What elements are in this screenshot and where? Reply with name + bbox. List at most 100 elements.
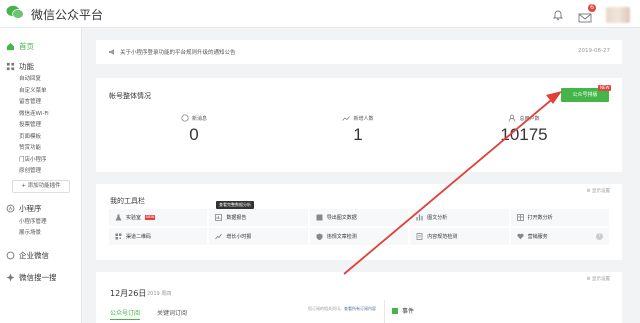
sidebar-item-mini-manage[interactable]: 小程序管理 [0,217,81,229]
miniprogram-icon [6,204,15,213]
bell-icon[interactable] [552,9,564,21]
qrcode-icon [115,233,122,240]
sidebar-section-enterprise[interactable]: 企业微信 [0,248,81,264]
trend-up-icon [342,116,351,121]
sidebar-item-mini-scenes[interactable]: 展示场景 [0,228,81,240]
stat-value: 1 [353,125,363,144]
tool-article-analysis[interactable]: 图文分析 [410,209,509,226]
sidebar-home-label: 首页 [19,41,34,51]
subscription-hint: 您订阅的相关资讯，查看所有订阅内容 [308,306,376,312]
heart-icon [517,233,524,240]
new-tag: NEW [598,85,612,91]
bar-icon [416,214,423,221]
sidebar-item-wifi[interactable]: 微信连Wi-Fi [0,109,81,121]
daily-year: 2019 周四 [147,291,172,297]
mail-icon [578,13,592,23]
tab-subscription[interactable]: 公众号订阅 [110,308,141,320]
daily-panel: ⚙ 显示设置 12月26日 2019 周四 公众号订阅 关键词订阅 您订阅的相关… [96,272,622,323]
stat-new-followers[interactable]: 新增人数 1 [318,114,398,145]
tooltip: 查看完整数据分析 [216,201,254,209]
tool-lab[interactable]: 实验室 NEW [109,209,208,226]
sidebar-item-store-mini[interactable]: 门店小程序 [0,155,81,167]
stat-label: 新增人数 [353,115,374,122]
help-icon[interactable]: ? [596,233,603,240]
search-star-icon [6,273,15,282]
tool-label: 数据报告 [226,215,247,221]
tool-marketing[interactable]: 营销服务 ? [510,228,609,245]
chart-icon [215,214,223,221]
mail-badge: 6 [588,4,596,12]
tool-label: 实验室 [126,215,142,221]
sidebar-item-templates[interactable]: 页面模板 [0,132,81,144]
tool-content-check[interactable]: 内容规范检测 [410,228,509,245]
add-plugin-button[interactable]: + 添加功能插件 [12,179,70,193]
mail-button[interactable]: 6 [578,4,596,23]
trend-icon [215,233,223,240]
tool-growth-report[interactable]: 增长小时报 [209,228,308,245]
tool-channel-qrcode[interactable]: 渠道二维码 [109,228,208,245]
tool-label: 违规文章检测 [326,234,357,240]
sidebar-enterprise-label: 企业微信 [19,251,49,260]
event-label: 事件 [402,308,415,315]
notice-text[interactable]: 关于小程序登录功能的平台规则升级的通知公告 [120,48,236,56]
new-tag: NEW [145,215,156,220]
stat-new-messages[interactable]: 新消息 0 [154,114,234,145]
sidebar-miniprogram-label: 小程序 [19,204,42,213]
wechat-logo-icon[interactable] [6,5,24,20]
overview-title: 帐号整体情况 [109,92,151,100]
toolbox-settings-link[interactable]: ⚙ 显示设置 [587,188,610,194]
sidebar-item-rewards[interactable]: 赞赏功能 [0,143,81,155]
stat-label: 总用户数 [519,115,540,122]
stat-label: 新消息 [191,115,207,122]
export-icon [316,214,323,221]
event-marker-icon [392,307,398,314]
sidebar-search-label: 微信搜一搜 [19,273,57,282]
tool-label: 图文分析 [427,215,448,221]
doc-icon [416,233,423,240]
tool-label: 营销服务 [527,234,548,240]
avatar[interactable] [606,7,630,23]
tool-data-report[interactable]: 数据报告 [209,209,308,226]
daily-date: 12月26日 [110,289,147,298]
tool-export-data[interactable]: 导出图文数据 [309,209,409,226]
sidebar-item-comments[interactable]: 留言管理 [0,97,81,109]
shield-icon [316,233,323,240]
tab-keywords[interactable]: 关键词订阅 [157,308,187,317]
tool-label: 增长小时报 [226,234,252,240]
sidebar-item-votes[interactable]: 投票管理 [0,120,81,132]
toolbox-panel: ⚙ 显示设置 我的工具栏 查看完整数据分析 实验室 NEW 数据报告 导出图文数… [96,184,622,260]
sidebar-features-label: 功能 [19,61,34,71]
tool-violation-check[interactable]: 违规文章检测 [309,228,409,245]
tool-label: 打开数分析 [527,215,553,221]
account-overview: 帐号整体情况 公众号排版 NEW 新消息 0 新增人数 1 总用户数 10175 [96,78,622,172]
top-bar: 微信公众平台 6 [0,0,640,28]
sidebar-item-original[interactable]: 原创管理 [0,166,81,178]
enterprise-icon [6,251,15,260]
tool-grid: 实验室 NEW 数据报告 导出图文数据 图文分析 打开数分析 渠道二维码 增长小… [109,209,609,245]
hint-text: 您订阅的相关资讯， [308,306,344,311]
toolbox-title: 我的工具栏 [110,197,145,205]
sidebar-item-auto-reply[interactable]: 自动回复 [0,74,81,86]
notice-bar[interactable]: 关于小程序登录功能的平台规则升级的通知公告 2019-08-27 [96,40,622,64]
sidebar-section-miniprogram[interactable]: 小程序 [0,201,81,217]
sidebar-item-home[interactable]: 首页 [0,38,81,54]
sidebar-section-search[interactable]: 微信搜一搜 [0,270,81,286]
user-icon [509,114,516,122]
message-icon [181,114,189,122]
tool-label: 渠道二维码 [126,234,152,240]
table-icon [516,214,524,221]
stat-total-users[interactable]: 总用户数 10175 [484,114,564,145]
tool-label: 导出图文数据 [326,215,357,221]
stat-value: 0 [189,125,199,144]
daily-settings-link[interactable]: ⚙ 显示设置 [587,276,610,282]
grid-icon [6,62,15,70]
sidebar-section-features[interactable]: 功能 [0,58,81,74]
brand-title[interactable]: 微信公众平台 [31,6,103,23]
tool-label: 内容规范检测 [427,234,458,240]
tool-open-analysis[interactable]: 打开数分析 [510,209,609,226]
view-subscriptions-link[interactable]: 查看所有订阅内容 [344,306,376,311]
event-item[interactable]: 事件 [392,306,414,315]
speaker-icon [109,49,114,55]
sidebar-item-custom-menu[interactable]: 自定义菜单 [0,86,81,98]
stat-value: 10175 [500,125,548,144]
